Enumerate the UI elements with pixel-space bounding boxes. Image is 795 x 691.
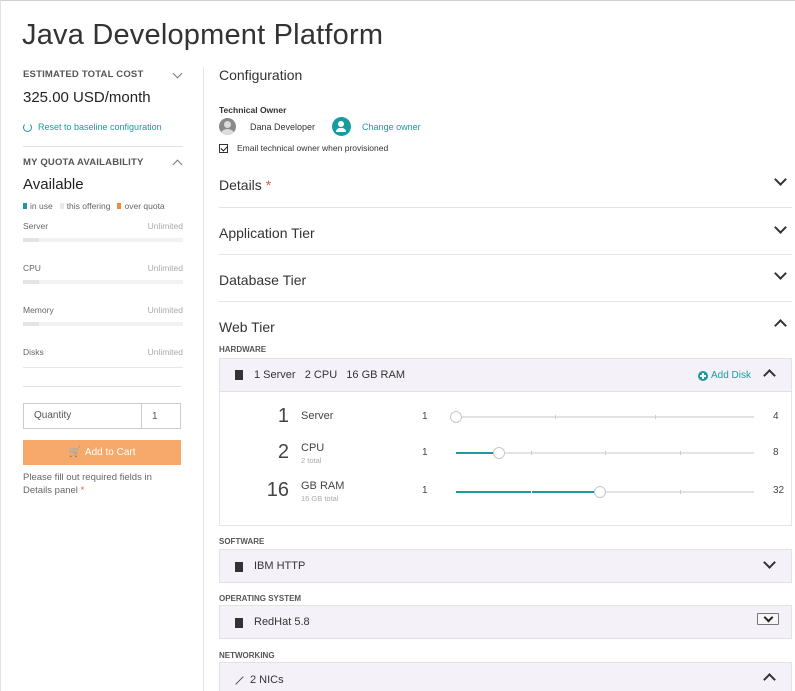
email-owner-label: Email technical owner when provisioned — [237, 143, 389, 153]
slider-fill — [456, 491, 601, 493]
change-owner-icon[interactable] — [332, 117, 352, 136]
divider — [23, 386, 181, 387]
slider-handle[interactable] — [450, 411, 462, 423]
quantity-field: Quantity — [23, 403, 181, 429]
add-disk-button[interactable]: Add Disk — [697, 370, 751, 381]
quota-legend: in use this offering over quota — [23, 201, 183, 211]
software-value: IBM HTTP — [254, 560, 306, 572]
hardware-summary: 1 Server 2 CPU 16 GB RAM — [254, 369, 405, 381]
hardware-resources: 1 Server 1 4 2 CPU 2 total 1 8 16 GB RAM… — [219, 392, 792, 526]
email-owner-checkbox[interactable] — [219, 143, 228, 153]
reset-label: Reset to baseline configuration — [38, 122, 162, 132]
slider-handle[interactable] — [594, 486, 607, 498]
chevron-down-icon[interactable] — [774, 223, 786, 235]
operating-system-panel[interactable]: RedHat 5.8 — [219, 605, 792, 639]
server-slider[interactable] — [450, 411, 754, 423]
hardware-panel-header[interactable]: 1 Server 2 CPU 16 GB RAM Add Disk — [219, 358, 792, 392]
add-to-cart-button[interactable]: 🛒 Add to Cart — [23, 440, 181, 465]
legend-this-offering: this offering — [59, 201, 110, 211]
chevron-down-icon[interactable] — [774, 175, 786, 187]
quantity-input[interactable] — [142, 404, 180, 428]
cost-label: ESTIMATED TOTAL COST — [23, 69, 144, 80]
cost-value: 325.00 USD/month — [23, 89, 151, 106]
quota-bar — [23, 322, 183, 326]
application-tier-title: Application Tier — [219, 225, 315, 241]
legend-in-use: in use — [23, 201, 53, 211]
ram-slider[interactable] — [456, 486, 754, 498]
web-tier-section[interactable]: Web Tier — [219, 302, 792, 346]
cost-sidebar: ESTIMATED TOTAL COST 325.00 USD/month Re… — [23, 69, 183, 368]
email-owner-row: Email technical owner when provisioned — [219, 143, 388, 153]
quota-row-server: Server Unlimited — [23, 221, 183, 242]
technical-owner-label: Technical Owner — [219, 105, 287, 115]
application-icon — [235, 562, 243, 572]
quota-section-header[interactable]: MY QUOTA AVAILABILITY — [23, 157, 183, 168]
cost-section-header[interactable]: ESTIMATED TOTAL COST — [23, 69, 183, 80]
networking-panel[interactable]: 2 NICs — [219, 662, 792, 691]
divider — [23, 146, 183, 147]
owner-row: Dana Developer Change owner — [219, 117, 421, 136]
operating-system-value: RedHat 5.8 — [254, 616, 310, 628]
reset-link[interactable]: Reset to baseline configuration — [23, 122, 183, 132]
server-icon — [235, 370, 243, 380]
slider-tick — [530, 490, 532, 494]
app-frame: Java Development Platform ESTIMATED TOTA… — [0, 0, 795, 691]
required-fields-message: Please fill out required fields in Detai… — [23, 472, 152, 496]
hardware-label: HARDWARE — [219, 345, 267, 354]
database-tier-section[interactable]: Database Tier — [219, 255, 792, 302]
chevron-down-icon[interactable] — [763, 558, 775, 570]
plus-icon — [697, 370, 708, 381]
page-title: Java Development Platform — [22, 19, 384, 51]
slider-handle[interactable] — [492, 447, 505, 459]
details-title: Details * — [219, 177, 272, 193]
resource-row-cpu: 2 CPU 2 total 1 8 — [277, 441, 779, 465]
networking-value: 2 NICs — [250, 674, 284, 686]
add-to-cart-label: Add to Cart — [84, 447, 136, 458]
web-tier-title: Web Tier — [219, 319, 275, 335]
database-tier-title: Database Tier — [219, 272, 307, 288]
chevron-up-icon[interactable] — [763, 367, 775, 379]
change-owner-link[interactable]: Change owner — [362, 122, 421, 132]
configuration-title: Configuration — [219, 67, 303, 83]
cpu-slider[interactable] — [456, 447, 754, 459]
chevron-up-icon[interactable] — [774, 317, 786, 329]
chevron-up-icon[interactable] — [172, 157, 183, 168]
column-divider — [203, 67, 204, 691]
resource-row-ram: 16 GB RAM 16 GB total 1 32 — [266, 479, 785, 503]
quota-row-memory: Memory Unlimited — [23, 305, 183, 326]
owner-name: Dana Developer — [250, 121, 316, 132]
cart-icon: 🛒 — [68, 447, 81, 458]
chevron-down-icon[interactable] — [757, 613, 779, 625]
chevron-down-icon[interactable] — [774, 269, 786, 281]
refresh-icon — [23, 122, 32, 132]
resource-row-server: 1 Server 1 4 — [277, 405, 779, 427]
quota-row-disks: Disks Unlimited — [23, 347, 183, 368]
slider-tick — [679, 451, 681, 455]
networking-label: NETWORKING — [219, 651, 275, 660]
software-panel[interactable]: IBM HTTP — [219, 549, 792, 583]
chevron-up-icon[interactable] — [763, 671, 775, 683]
operating-system-label: OPERATING SYSTEM — [219, 594, 302, 603]
software-label: SOFTWARE — [219, 537, 265, 546]
quota-label: MY QUOTA AVAILABILITY — [23, 157, 144, 168]
details-section[interactable]: Details * — [219, 161, 792, 208]
chevron-down-icon[interactable] — [172, 69, 183, 80]
quantity-label: Quantity — [24, 404, 142, 428]
network-icon — [234, 676, 243, 685]
quota-status: Available — [23, 176, 84, 193]
application-tier-section[interactable]: Application Tier — [219, 208, 792, 255]
quota-bar — [23, 364, 183, 368]
quota-bar — [23, 238, 183, 242]
slider-tick — [555, 415, 557, 419]
avatar — [219, 118, 236, 135]
slider-tick — [605, 451, 606, 455]
os-icon — [235, 618, 243, 628]
slider-tick — [654, 415, 656, 419]
quota-bar — [23, 280, 183, 284]
slider-tick — [679, 490, 681, 494]
slider-tick — [530, 451, 532, 455]
quota-row-cpu: CPU Unlimited — [23, 263, 183, 284]
legend-over-quota: over quota — [117, 201, 165, 211]
